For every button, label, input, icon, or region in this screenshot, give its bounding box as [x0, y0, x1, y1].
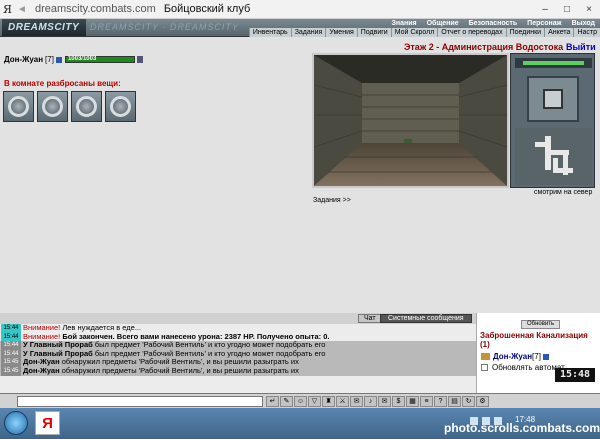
browser-toolbar: Я ◄ dreamscity.combats.com Бойцовский кл…: [0, 0, 600, 19]
tasks-link[interactable]: Задания >>: [313, 197, 351, 204]
chat-prefix[interactable]: Дон-Жуан: [23, 366, 60, 376]
minimize-icon[interactable]: –: [534, 4, 556, 15]
items-list: [3, 91, 139, 122]
smile-icon[interactable]: ☺: [294, 396, 307, 407]
menu-security[interactable]: Безопасность: [464, 19, 523, 28]
send-icon[interactable]: ↵: [266, 396, 279, 407]
refresh-button[interactable]: Обновить: [521, 320, 561, 329]
chat-time: 15:45: [1, 358, 21, 367]
view-direction: смотрим на север: [534, 189, 593, 196]
map-icon[interactable]: ▦: [406, 396, 419, 407]
close-icon[interactable]: ×: [578, 4, 600, 15]
mail-icon[interactable]: ✉: [378, 396, 391, 407]
chat-log: 15:44 Внимание! Лев нуждается в еде... 1…: [0, 323, 476, 393]
url-field[interactable]: dreamscity.combats.com: [35, 3, 156, 15]
valve-item-icon[interactable]: [105, 91, 136, 122]
auto-refresh: Обновлять автомат.: [481, 363, 566, 372]
chat-input[interactable]: [17, 396, 263, 407]
page-title: Бойцовский клуб: [163, 3, 251, 15]
chat-time: 15:44: [1, 349, 21, 359]
chat-time: 15:44: [1, 324, 21, 333]
start-button[interactable]: [4, 411, 28, 435]
hp-bar: 1003/1003: [64, 56, 135, 63]
back-arrow-icon[interactable]: ◄: [17, 4, 31, 15]
room-user: Дон-Жуан [7]: [481, 352, 549, 361]
info-icon[interactable]: [55, 56, 62, 63]
menu-achievements[interactable]: Подвиги: [356, 28, 391, 37]
dungeon-view[interactable]: [312, 53, 509, 188]
user-icon[interactable]: [481, 353, 490, 360]
chat-input-bar: ↵ ✎ ☺ ▽ ♜ ⚔ ✉ ♪ ✉ $ ▦ ≡ ? ▤ ↻ ⚙: [0, 393, 600, 408]
player-level: [7]: [45, 55, 54, 64]
chat-time: 15:44: [1, 332, 21, 342]
items-title: В комнате разбросаны вещи:: [4, 79, 121, 88]
sound-icon[interactable]: ♪: [364, 396, 377, 407]
clan-icon[interactable]: ♜: [322, 396, 335, 407]
location-title: Этаж 2 - Администрация Водостока: [404, 42, 564, 52]
screen: Я ◄ dreamscity.combats.com Бойцовский кл…: [0, 0, 600, 439]
sub-menu: Инвентарь Задания Умения Подвиги Мой Скр…: [248, 28, 600, 37]
exit-link[interactable]: Выйти: [566, 42, 596, 52]
clear-icon[interactable]: ✎: [280, 396, 293, 407]
yandex-icon[interactable]: Я: [3, 3, 17, 16]
player-status: Дон-Жуан [7] 1003/1003: [4, 55, 143, 64]
dungeon-scene: [314, 55, 507, 186]
navigation-panel: [510, 53, 595, 188]
hp-text: 1003/1003: [67, 56, 97, 62]
header-watermark: DREAMSCITY · DREAMSCITY: [90, 22, 239, 32]
trade-icon[interactable]: $: [392, 396, 405, 407]
maximize-icon[interactable]: □: [556, 4, 578, 15]
room-user-name[interactable]: Дон-Жуан: [493, 352, 532, 361]
game-clock: 15:48: [555, 368, 595, 382]
yandex-browser-icon[interactable]: Я: [35, 411, 60, 435]
log-icon[interactable]: ▤: [448, 396, 461, 407]
movement-bar: [515, 58, 592, 68]
tab-chat[interactable]: Чат: [358, 314, 382, 323]
menu-exit[interactable]: Выход: [567, 19, 600, 28]
menu-profile[interactable]: Анкета: [544, 28, 573, 37]
tab-system-messages[interactable]: Системные сообщения: [380, 314, 472, 323]
photo-watermark: photo.scrolls.combats.com: [444, 421, 600, 435]
menu-settings[interactable]: Настр: [573, 28, 600, 37]
valve-item-icon[interactable]: [37, 91, 68, 122]
menu-communication[interactable]: Общение: [422, 19, 464, 28]
site-logo[interactable]: DREAMSCITY: [2, 19, 86, 36]
menu-battles[interactable]: Поединки: [505, 28, 545, 37]
hp-icon: [136, 56, 143, 63]
menu-skills[interactable]: Умения: [325, 28, 356, 37]
menu-icon[interactable]: ≡: [420, 396, 433, 407]
chat-time: 15:45: [1, 366, 21, 376]
info-icon[interactable]: [542, 353, 549, 360]
menu-tasks[interactable]: Задания: [290, 28, 326, 37]
private-icon[interactable]: ✉: [350, 396, 363, 407]
minimap[interactable]: [515, 128, 592, 185]
chat-time: 15:44: [1, 341, 21, 350]
valve-item-icon[interactable]: [3, 91, 34, 122]
settings-icon[interactable]: ⚙: [476, 396, 489, 407]
menu-character[interactable]: Персонаж: [522, 19, 566, 28]
site-header: DREAMSCITY DREAMSCITY · DREAMSCITY Знани…: [0, 19, 600, 37]
chat-toolbar: ↵ ✎ ☺ ▽ ♜ ⚔ ✉ ♪ ✉ $ ▦ ≡ ? ▤ ↻ ⚙: [266, 396, 490, 407]
menu-transfer-report[interactable]: Отчет о переводах: [437, 28, 505, 37]
menu-my-scroll[interactable]: Мой Скролл: [390, 28, 438, 37]
room-name: Заброшенная Канализация (1): [480, 331, 588, 349]
fight-icon[interactable]: ⚔: [336, 396, 349, 407]
player-name[interactable]: Дон-Жуан: [4, 55, 43, 64]
window-controls: – □ ×: [534, 4, 600, 15]
chat-text: обнаружил предметы 'Рабочий Вентиль', и …: [61, 365, 299, 375]
chat-line: 15:45 Дон-Жуан обнаружил предметы 'Рабоч…: [0, 365, 476, 376]
compass-icon[interactable]: [527, 76, 579, 122]
menu-knowledge[interactable]: Знания: [386, 19, 421, 28]
filter-icon[interactable]: ▽: [308, 396, 321, 407]
auto-refresh-checkbox[interactable]: [481, 364, 488, 371]
top-menu: Знания Общение Безопасность Персонаж Вых…: [386, 19, 600, 28]
help-icon[interactable]: ?: [434, 396, 447, 407]
valve-item-icon[interactable]: [71, 91, 102, 122]
game-area: Дон-Жуан [7] 1003/1003 В комнате разброс…: [0, 37, 600, 313]
refresh-icon[interactable]: ↻: [462, 396, 475, 407]
menu-inventory[interactable]: Инвентарь: [248, 28, 291, 37]
room-user-level: [7]: [532, 352, 541, 361]
